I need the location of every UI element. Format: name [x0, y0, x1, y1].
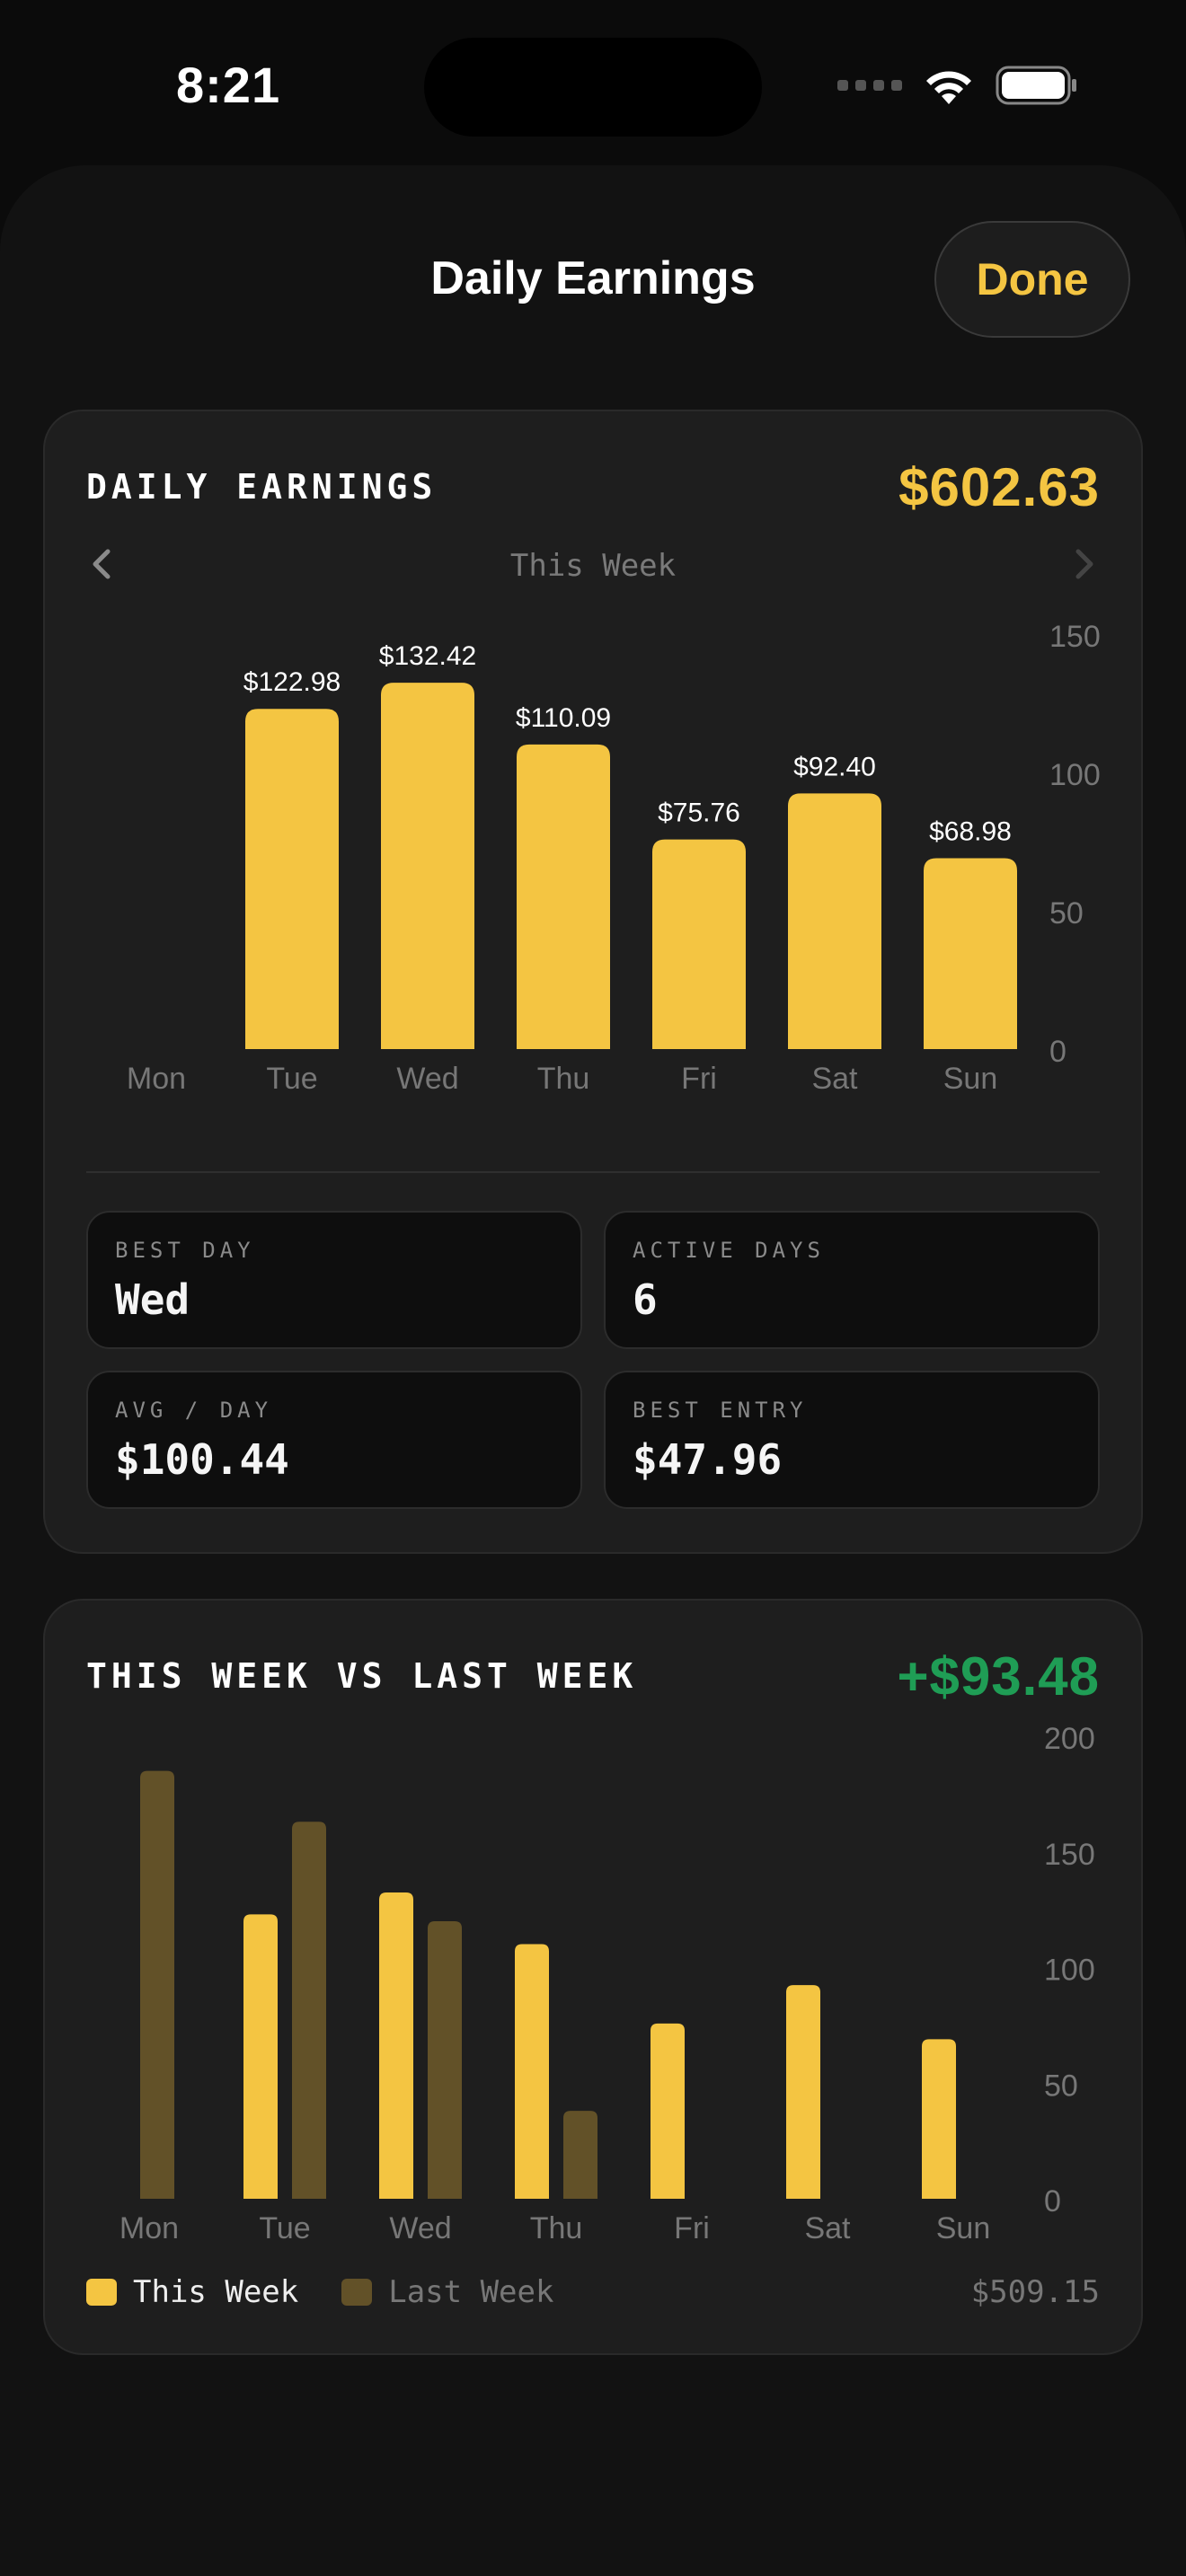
x-tick-label: Sun — [936, 2211, 991, 2245]
y-tick-label: 0 — [1049, 1035, 1067, 1069]
x-tick-label: Tue — [266, 1062, 317, 1096]
bar-this-week-thu — [515, 1944, 549, 2199]
stat-value: $100.44 — [115, 1435, 289, 1484]
stat-label: ACTIVE DAYS — [633, 1238, 825, 1263]
x-tick-label: Thu — [530, 2211, 583, 2245]
week-comparison-card: THIS WEEK VS LAST WEEK +$93.48 0 50 100 150… — [43, 1599, 1143, 2355]
status-icons — [837, 65, 1078, 106]
daily-earnings-chart: 0 50 100 150 Mon $122.98 Tue $132.42 Wed $110.09 T… — [127, 620, 1101, 1096]
chevron-right-icon[interactable] — [1066, 546, 1102, 582]
x-tick-label: Sun — [943, 1062, 998, 1096]
stat-best-entry: BEST ENTRY $47.96 — [604, 1371, 1100, 1509]
bar-value-label: $132.42 — [379, 641, 476, 671]
daily-earnings-title: DAILY EARNINGS — [86, 467, 438, 507]
stat-label: AVG / DAY — [115, 1398, 273, 1423]
stat-value: $47.96 — [633, 1435, 783, 1484]
legend-item-this-week: This Week — [86, 2274, 298, 2310]
legend-label: Last Week — [388, 2274, 554, 2310]
legend-swatch — [86, 2279, 117, 2306]
stat-value: 6 — [633, 1275, 658, 1324]
bar-this-week-fri — [651, 2023, 685, 2199]
bar-fri — [652, 839, 746, 1049]
bar-this-week-tue — [243, 1914, 278, 2199]
battery-icon — [996, 66, 1076, 105]
week-comparison-chart: 0 50 100 150 200 Mon Tue Wed Thu Fri Sat Sun — [119, 1722, 1095, 2245]
wifi-icon — [926, 71, 971, 104]
y-tick-label: 150 — [1049, 620, 1101, 654]
bar-this-week-sat — [786, 1985, 820, 2199]
daily-earnings-card: DAILY EARNINGS $602.63 This Week 0 50 100 1… — [43, 410, 1143, 1554]
bar-last-week-tue — [292, 1822, 326, 2199]
chart-legend: This Week Last Week — [86, 2274, 597, 2310]
x-tick-label: Sat — [804, 2211, 851, 2245]
comparison-delta: +$93.48 — [897, 1646, 1100, 1707]
stat-avg-per-day: AVG / DAY $100.44 — [86, 1371, 582, 1509]
bar-value-label: $68.98 — [929, 817, 1012, 847]
legend-item-last-week: Last Week — [341, 2274, 553, 2310]
y-tick-label: 0 — [1044, 2184, 1061, 2219]
bar-this-week-wed — [379, 1892, 413, 2199]
bar-tue — [245, 709, 339, 1049]
bar-last-week-mon — [140, 1770, 174, 2199]
bar-sat — [788, 793, 881, 1049]
x-tick-label: Tue — [259, 2211, 310, 2245]
stat-label: BEST ENTRY — [633, 1398, 808, 1423]
bar-last-week-wed — [428, 1921, 462, 2199]
x-tick-label: Wed — [396, 1062, 458, 1096]
x-tick-label: Sat — [811, 1062, 858, 1096]
card-divider — [86, 1171, 1100, 1173]
y-tick-label: 50 — [1049, 896, 1084, 931]
dynamic-island — [424, 38, 762, 137]
bar-sun — [924, 858, 1017, 1049]
bar-value-label: $122.98 — [243, 667, 341, 697]
last-week-total: $509.15 — [970, 2274, 1100, 2310]
stat-value: Wed — [115, 1275, 190, 1324]
done-button[interactable]: Done — [934, 221, 1130, 338]
legend-swatch — [341, 2279, 373, 2306]
stat-active-days: ACTIVE DAYS 6 — [604, 1211, 1100, 1349]
bar-wed — [381, 683, 474, 1049]
cellular-signal-icon — [837, 80, 902, 91]
comparison-title: THIS WEEK VS LAST WEEK — [86, 1656, 638, 1696]
x-tick-label: Mon — [127, 1062, 186, 1096]
stat-best-day: BEST DAY Wed — [86, 1211, 582, 1349]
daily-earnings-total: $602.63 — [898, 457, 1100, 517]
bar-last-week-thu — [563, 2111, 597, 2199]
status-time: 8:21 — [176, 57, 281, 113]
x-tick-label: Wed — [389, 2211, 451, 2245]
y-tick-label: 150 — [1044, 1838, 1095, 1872]
bar-value-label: $92.40 — [793, 752, 876, 781]
y-tick-label: 100 — [1044, 1954, 1095, 1988]
x-tick-label: Fri — [674, 2211, 710, 2245]
bar-value-label: $110.09 — [516, 703, 611, 733]
bar-thu — [517, 744, 610, 1049]
stat-label: BEST DAY — [115, 1238, 255, 1263]
legend-label: This Week — [133, 2274, 299, 2310]
y-tick-label: 100 — [1049, 758, 1101, 792]
bar-value-label: $75.76 — [658, 798, 740, 828]
x-tick-label: Thu — [537, 1062, 590, 1096]
y-tick-label: 200 — [1044, 1722, 1095, 1756]
bar-this-week-sun — [922, 2039, 956, 2199]
x-tick-label: Fri — [681, 1062, 717, 1096]
week-range-label: This Week — [509, 548, 677, 584]
x-tick-label: Mon — [119, 2211, 179, 2245]
y-tick-label: 50 — [1044, 2069, 1078, 2103]
